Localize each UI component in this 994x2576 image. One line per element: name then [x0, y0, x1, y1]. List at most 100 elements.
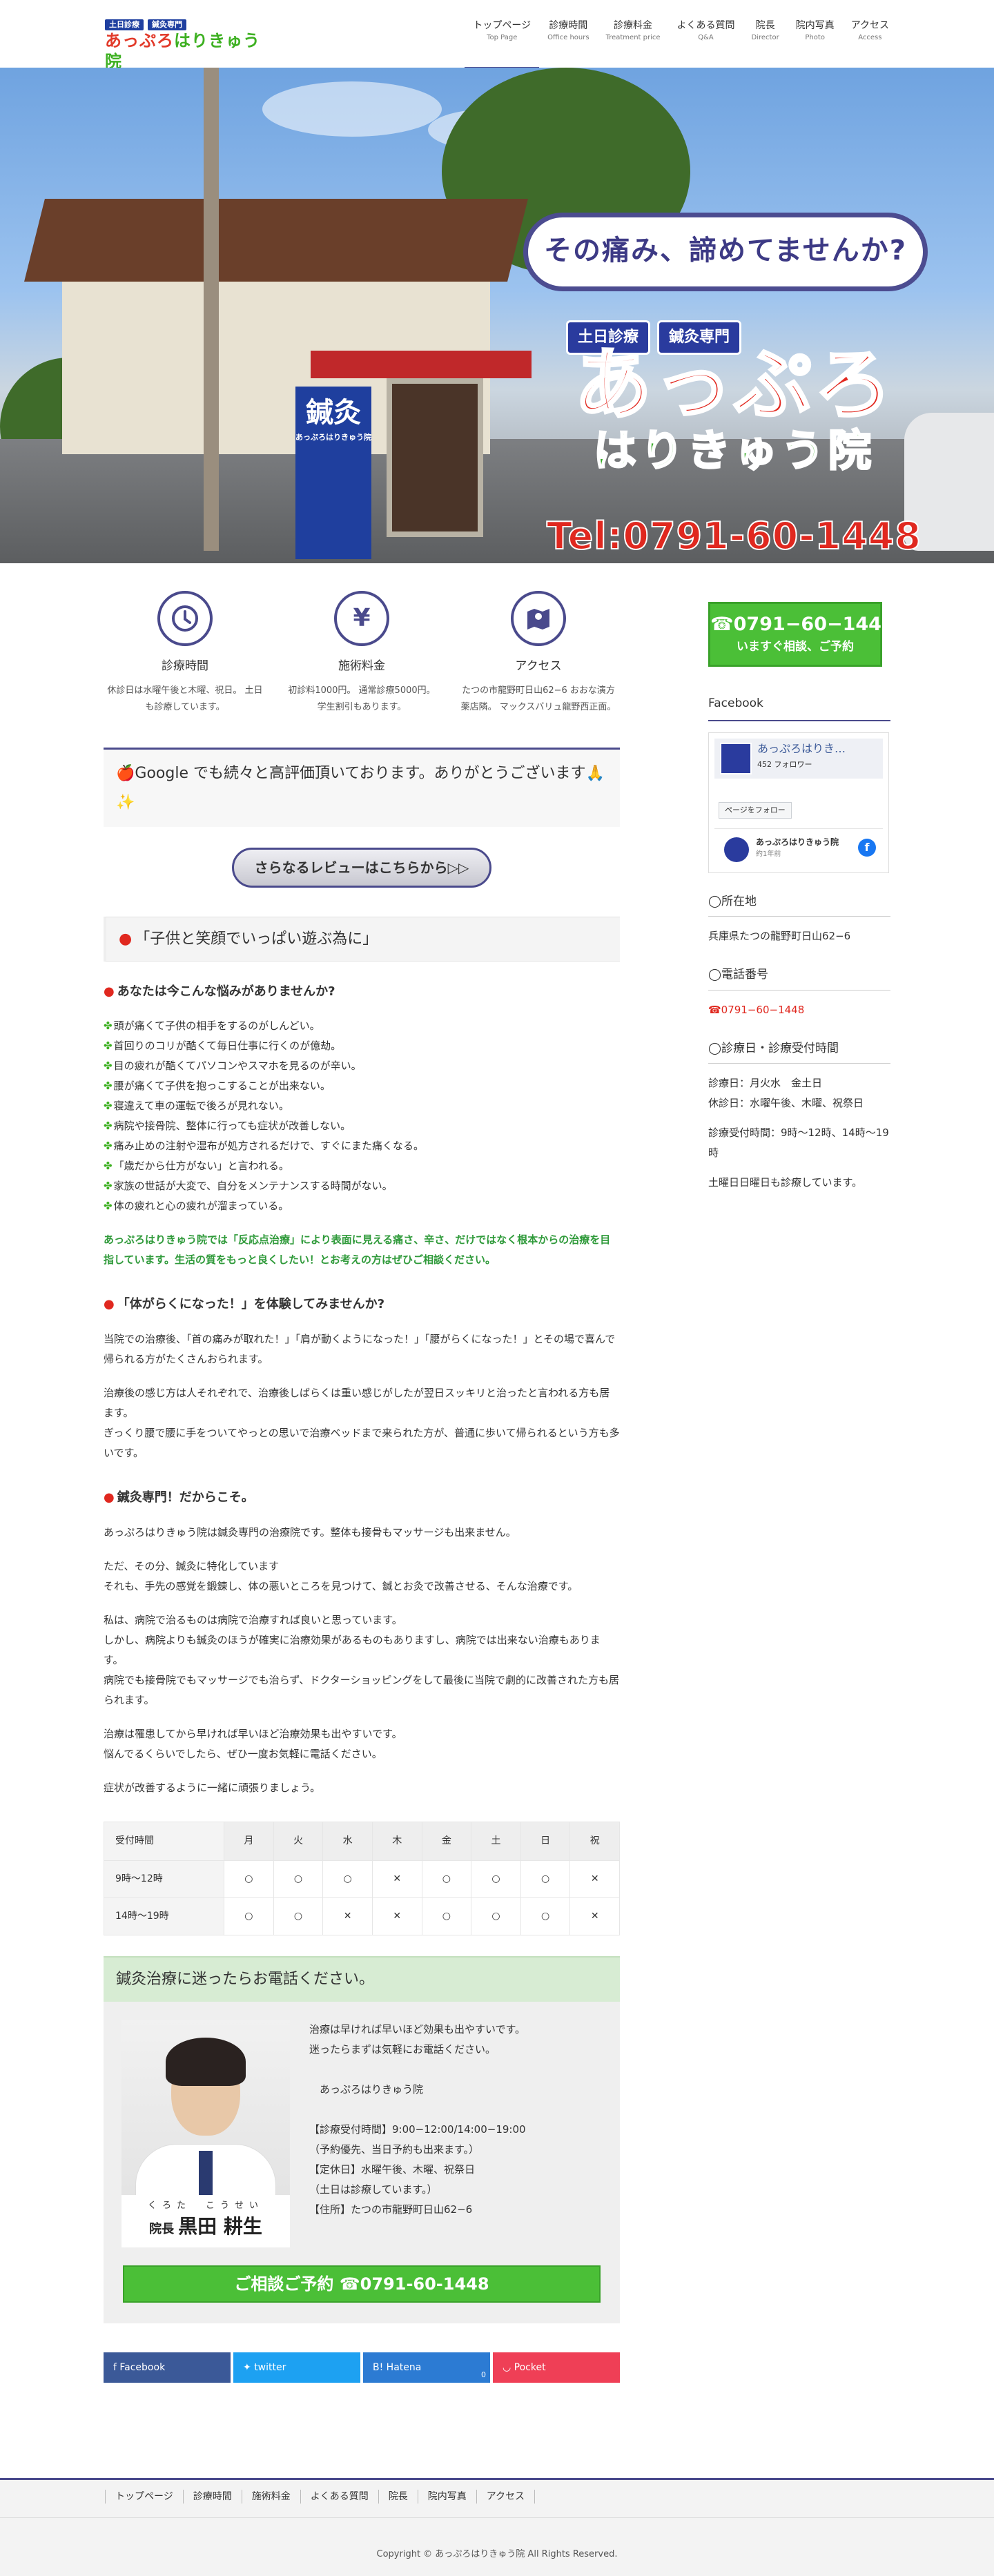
list-item: ✤ 頭が痛くて子供の相手をするのがしんどい。 — [104, 1016, 620, 1036]
feature-title: アクセス — [515, 659, 562, 673]
paragraph: 治療は罹患してから早ければ早いほど治療効果も出やすいです。 悩んでるくらいでした… — [104, 1728, 402, 1761]
share-pocket-button[interactable]: ◡ Pocket — [493, 2352, 620, 2383]
director-kana: くろた こうせい — [147, 2200, 264, 2211]
sidebar-address: 兵庫県たつの龍野町日山62−6 — [708, 930, 851, 943]
reserve-call-button[interactable]: ご相談ご予約 ☎0791-60-1448 — [123, 2265, 601, 2303]
hero-image: 鍼灸 あっぷろはりきゅう院 その痛み、諦めてませんか? 土日診療 鍼灸専門 あっ… — [0, 68, 994, 563]
nav-item-price[interactable]: 診療料金 Treatment price — [598, 18, 669, 54]
apple-icon: ● — [119, 930, 133, 948]
clover-icon: ✤ — [104, 1039, 113, 1052]
table-header: 受付時間 — [104, 1822, 224, 1862]
footer-nav: トップページ 診療時間 施術料金 よくある質問 院長 院内写真 アクセス — [105, 2490, 536, 2504]
paragraph: 症状が改善するように一緒に頑張りましょう。 — [104, 1782, 321, 1795]
clinic-awning — [311, 351, 532, 378]
footer-nav-item[interactable]: 院長 — [378, 2490, 418, 2504]
fb-post-avatar — [724, 837, 749, 862]
share-buttons: f Facebook ✦ twitter B! Hatena 0 ◡ Pocket — [104, 2352, 620, 2383]
contact-box-heading: 鍼灸治療に迷ったらお電話ください。 — [104, 1956, 620, 2002]
nav-sublabel: Office hours — [547, 34, 589, 41]
table-cell: ✕ — [371, 1860, 422, 1899]
page: 土日診療 鍼灸専門 あっぷろはりきゅう院 トップページ Top Page 診療時間… — [0, 0, 994, 2576]
fb-post-time: 約1年前 — [756, 850, 781, 858]
share-label: Hatena — [386, 2361, 422, 2373]
list-item: ✤ 体の疲れと心の疲れが溜まっている。 — [104, 1196, 620, 1216]
clover-icon: ✤ — [104, 1179, 113, 1192]
more-reviews-button[interactable]: さらなるレビューはこちらから▷▷ — [232, 847, 491, 888]
site-footer: トップページ 診療時間 施術料金 よくある質問 院長 院内写真 アクセス Cop… — [0, 2478, 994, 2576]
fb-post[interactable]: あっぷろはりきゅう院 約1年前 f — [714, 828, 883, 867]
nav-label: 院内写真 — [795, 20, 835, 31]
sidebar: ☎0791−60−1448 いますぐ相談、ご予約 Facebook あっぷろはり… — [708, 602, 895, 1193]
share-twitter-button[interactable]: ✦ twitter — [233, 2352, 360, 2383]
table-header: 祝 — [569, 1822, 620, 1862]
fb-followers: 452 フォロワー — [757, 759, 812, 769]
footer-nav-item[interactable]: 院内写真 — [417, 2490, 476, 2504]
table-cell: ○ — [471, 1897, 521, 1936]
nav-label: 診療料金 — [614, 20, 653, 31]
sidebar-call-button[interactable]: ☎0791−60−1448 いますぐ相談、ご予約 — [708, 602, 895, 667]
global-nav: トップページ Top Page 診療時間 Office hours 診療料金 Trea… — [465, 18, 897, 69]
subheading: ● 「体がらくになった！」を体験してみませんか? — [104, 1294, 620, 1316]
subheading-text: 鍼灸専門！だからこそ。 — [117, 1490, 254, 1505]
table-header: 金 — [421, 1822, 472, 1862]
feature-access[interactable]: アクセス たつの市龍野町日山62−6 おおな演方薬店隣。 マックスバリュ龍野西正… — [457, 591, 620, 716]
nav-item-qa[interactable]: よくある質問 Q&A — [669, 18, 743, 54]
footer-nav-item[interactable]: 診療時間 — [182, 2490, 242, 2504]
sidebar-facebook-heading: Facebook — [708, 693, 890, 721]
nav-item-top[interactable]: トップページ Top Page — [465, 18, 539, 69]
footer-nav-item[interactable]: よくある質問 — [300, 2490, 378, 2504]
nav-sublabel: Top Page — [487, 34, 518, 41]
footer-nav-item[interactable]: トップページ — [105, 2490, 183, 2504]
table-cell: ○ — [520, 1860, 571, 1899]
subheading: ● 鍼灸専門！だからこそ。 — [104, 1487, 620, 1509]
table-header: 火 — [273, 1822, 324, 1862]
nav-item-photo[interactable]: 院内写真 Photo — [788, 18, 843, 54]
table-cell: 14時〜19時 — [104, 1897, 224, 1936]
list-item-text: 「歳だから仕方がない」と言われる。 — [113, 1159, 289, 1172]
nav-item-hours[interactable]: 診療時間 Office hours — [539, 18, 597, 54]
fb-follow-button[interactable]: ページをフォロー — [719, 801, 792, 819]
feature-price[interactable]: ¥ 施術料金 初診料1000円。 通常診療5000円。 学生割引もあります。 — [280, 591, 443, 716]
nav-sublabel: Photo — [805, 34, 825, 41]
share-count: 0 — [481, 2370, 486, 2379]
subheading-text: 「体がらくになった！」を体験してみませんか? — [117, 1296, 385, 1311]
share-label: twitter — [254, 2361, 286, 2373]
logo-text-a: あっぷろ — [105, 31, 174, 50]
clover-icon: ✤ — [104, 1019, 113, 1032]
nav-label: アクセス — [850, 20, 889, 31]
utility-pole — [204, 68, 219, 551]
site-logo[interactable]: 土日診療 鍼灸専門 あっぷろはりきゅう院 — [105, 19, 264, 71]
sidebar-phone-heading: ◯電話番号 — [708, 964, 890, 991]
clover-icon: ✤ — [104, 1059, 113, 1072]
nav-item-director[interactable]: 院長 Director — [743, 18, 788, 54]
share-label: Facebook — [119, 2361, 166, 2373]
sidebar-call-sub: いますぐ相談、ご予約 — [737, 640, 854, 654]
sidebar-hours: 診療日：月火水 金土日 休診日：水曜午後、木曜、祝祭日 — [708, 1077, 864, 1110]
sidebar-hours-weekend: 土曜日日曜日も診療しています。 — [708, 1176, 863, 1189]
table-cell: ○ — [322, 1860, 373, 1899]
nav-item-access[interactable]: アクセス Access — [843, 18, 897, 54]
pocket-icon: ◡ — [503, 2361, 514, 2373]
list-item-text: 頭が痛くて子供の相手をするのがしんどい。 — [113, 1019, 320, 1032]
footer-nav-item[interactable]: 施術料金 — [241, 2490, 300, 2504]
logo-tags: 土日診療 鍼灸専門 — [105, 19, 264, 30]
table-cell: ○ — [224, 1860, 274, 1899]
table-cell: ✕ — [371, 1897, 422, 1936]
list-item-text: 腰が痛くて子供を抱っこすることが出来ない。 — [113, 1079, 331, 1092]
share-facebook-button[interactable]: f Facebook — [104, 2352, 231, 2383]
fb-page-name[interactable]: あっぷろはりき… — [757, 741, 846, 757]
paragraph: 当院での治療後、「首の痛みが取れた！」「肩が動くようになった！」「腰がらくになっ… — [104, 1332, 616, 1365]
table-cell: ✕ — [322, 1897, 373, 1936]
share-label: Pocket — [514, 2361, 546, 2373]
list-item: ✤ 病院や接骨院、整体に行っても症状が改善しない。 — [104, 1116, 620, 1136]
share-hatena-button[interactable]: B! Hatena 0 — [363, 2352, 490, 2383]
contact-box: 鍼灸治療に迷ったらお電話ください。 くろた こうせい 院長 黒田 耕生 治療は早け… — [104, 1956, 620, 2323]
nav-sublabel: Treatment price — [605, 34, 661, 41]
list-item: ✤ 目の疲れが酷くてパソコンやスマホを見るのが辛い。 — [104, 1056, 620, 1076]
list-item: ✤ 腰が痛くて子供を抱っこすることが出来ない。 — [104, 1076, 620, 1096]
feature-hours[interactable]: 診療時間 休診日は水曜午後と木曜、祝日。 土日も診療しています。 — [104, 591, 266, 716]
section-heading-text: 「子供と笑顔でいっぱい遊ぶ為に」 — [135, 930, 378, 948]
fb-avatar[interactable] — [720, 742, 752, 774]
sidebar-phone[interactable]: ☎0791−60−1448 — [708, 1000, 890, 1020]
footer-nav-item[interactable]: アクセス — [476, 2490, 536, 2504]
